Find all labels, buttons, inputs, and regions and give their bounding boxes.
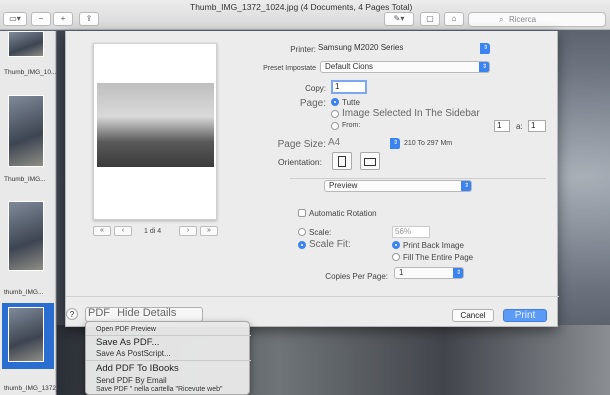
next-page-button[interactable]: › xyxy=(179,226,197,236)
pdf-dropdown-menu: Open PDF Preview Save As PDF... Save As … xyxy=(85,321,251,395)
preset-select[interactable]: Default Cions ⇕ xyxy=(320,61,490,73)
zoom-in-button[interactable]: + xyxy=(53,12,73,26)
portrait-orientation-button[interactable] xyxy=(332,152,352,170)
thumbnail-label: thumb_IMG... xyxy=(4,289,44,296)
orientation-label: Orientation: xyxy=(278,157,322,167)
first-page-button[interactable]: « xyxy=(93,226,111,236)
copies-per-page-select[interactable]: 1 ⇕ xyxy=(394,267,464,279)
thumbnail-label: thumb_IMG_1372_1024 xyxy=(4,385,75,392)
preset-value: Default Cions xyxy=(325,62,374,71)
pages-selected-radio[interactable] xyxy=(331,110,339,118)
preview-photo xyxy=(97,83,214,167)
zoom-out-button[interactable]: − xyxy=(31,12,51,26)
copies-field[interactable]: 1 xyxy=(331,80,367,94)
print-button[interactable]: Print xyxy=(503,309,547,322)
page-size-dimensions: 210 To 297 Mm xyxy=(404,140,453,147)
last-page-button[interactable]: » xyxy=(200,226,218,236)
scale-field[interactable]: 56% xyxy=(392,226,430,238)
thumbnail-4[interactable] xyxy=(8,307,44,362)
menu-item-save-as-pdf[interactable]: Save As PDF... xyxy=(96,337,159,348)
printer-select[interactable]: Samsung M2020 Series ⇕ xyxy=(314,43,490,55)
menu-item-save-to-folder[interactable]: Save PDF " nella cartella "Ricevute web" xyxy=(96,386,223,393)
page-size-label: Page Size: xyxy=(277,139,326,150)
share-button[interactable]: ⇪ xyxy=(79,12,99,26)
pages-range-radio[interactable] xyxy=(331,122,339,130)
menu-separator xyxy=(86,360,251,361)
auto-rotation-label: Automatic Rotation xyxy=(309,209,377,218)
window-title: Thumb_IMG_1372_1024.jpg (4 Documents, 4 … xyxy=(190,2,413,12)
thumbnail-2[interactable] xyxy=(8,95,44,167)
chevron-updown-icon: ⇕ xyxy=(480,43,490,54)
page-to-field[interactable]: 1 xyxy=(528,120,546,132)
thumbnail-1[interactable] xyxy=(8,31,44,57)
thumbnail-3[interactable] xyxy=(8,201,44,271)
markup-pen-button[interactable]: ✎▾ xyxy=(384,12,414,26)
auto-rotation-checkbox[interactable] xyxy=(298,209,306,217)
printer-label: Printer: xyxy=(290,45,316,54)
search-icon: ⌕ xyxy=(499,15,504,24)
print-dialog: « ‹ 1 di 4 › » Printer: Samsung M2020 Se… xyxy=(65,31,559,327)
scale-fit-radio[interactable] xyxy=(298,241,306,249)
print-preview-page xyxy=(93,43,217,220)
menu-item-send-by-email[interactable]: Send PDF By Email xyxy=(96,376,167,385)
page-size-value: A4 xyxy=(328,138,341,148)
separator xyxy=(290,178,546,179)
chevron-updown-icon: ⇕ xyxy=(461,181,471,191)
thumbnail-label: Thumb_IMG_10... xyxy=(4,69,57,76)
page-size-select[interactable]: A4 ⇕ xyxy=(324,138,400,150)
chevron-updown-icon: ⇕ xyxy=(453,268,463,278)
pages-from-label: From: xyxy=(342,122,361,129)
menu-separator xyxy=(86,335,251,336)
print-back-image-label: Print Back Image xyxy=(403,241,464,250)
page-indicator: 1 di 4 xyxy=(144,228,162,235)
landscape-icon xyxy=(364,158,376,166)
pages-label: Page: xyxy=(299,98,326,109)
portrait-icon xyxy=(338,156,346,167)
print-back-image-radio[interactable] xyxy=(392,241,400,249)
pdf-and-details-buttons: PDF Hide Details xyxy=(85,307,203,322)
chevron-updown-icon: ⇕ xyxy=(479,62,489,72)
help-button[interactable]: ? xyxy=(66,308,78,320)
page-to-label: a: xyxy=(516,122,523,131)
scale-label: Scale: xyxy=(309,228,332,237)
window-titlebar: ▭▾ − + ⇪ Thumb_IMG_1372_1024.jpg (4 Docu… xyxy=(0,0,610,30)
menu-item-save-as-postscript[interactable]: Save As PostScript... xyxy=(96,349,171,358)
page-from-field[interactable]: 1 xyxy=(494,120,510,132)
pages-selected-label: Image Selected In The Sidebar xyxy=(342,108,480,119)
hide-details-button[interactable]: Hide Details xyxy=(117,307,176,319)
landscape-orientation-button[interactable] xyxy=(360,152,380,170)
search-placeholder: Ricerca xyxy=(509,15,537,24)
thumbnail-label: Thumb_IMG... xyxy=(4,176,46,183)
prev-page-button[interactable]: ‹ xyxy=(114,226,132,236)
menu-item-open-preview[interactable]: Open PDF Preview xyxy=(96,326,156,333)
copies-per-page-label: Copies Per Page: xyxy=(325,272,388,281)
sidebar-toggle-button[interactable]: ▭▾ xyxy=(3,12,27,26)
scale-radio[interactable] xyxy=(298,228,306,236)
fill-entire-page-label: Fill The Entire Page xyxy=(403,253,474,262)
preset-label: Preset Impostate xyxy=(263,65,316,72)
menu-item-add-to-ibooks[interactable]: Add PDF To IBooks xyxy=(96,363,179,374)
rotate-button[interactable]: ▢ xyxy=(420,12,440,26)
separator xyxy=(66,296,559,297)
search-input[interactable]: ⌕ Ricerca xyxy=(468,12,606,27)
pages-all-label: Tutte xyxy=(342,98,360,107)
section-select[interactable]: Preview ⇕ xyxy=(324,180,472,192)
pages-all-radio[interactable] xyxy=(331,98,339,106)
printer-value: Samsung M2020 Series xyxy=(318,43,404,52)
copies-per-page-value: 1 xyxy=(399,268,404,277)
toolbox-button[interactable]: ⌂ xyxy=(444,12,464,26)
scale-fit-label: Scale Fit: xyxy=(309,239,351,250)
pdf-menu-button[interactable]: PDF xyxy=(88,307,110,319)
cancel-button[interactable]: Cancel xyxy=(452,309,494,322)
copy-label: Copy: xyxy=(305,84,326,93)
section-value: Preview xyxy=(329,181,358,190)
fill-entire-page-radio[interactable] xyxy=(392,253,400,261)
thumbnail-sidebar: Thumb_IMG_10... Thumb_IMG... thumb_IMG..… xyxy=(0,31,74,395)
chevron-updown-icon: ⇕ xyxy=(390,138,400,149)
